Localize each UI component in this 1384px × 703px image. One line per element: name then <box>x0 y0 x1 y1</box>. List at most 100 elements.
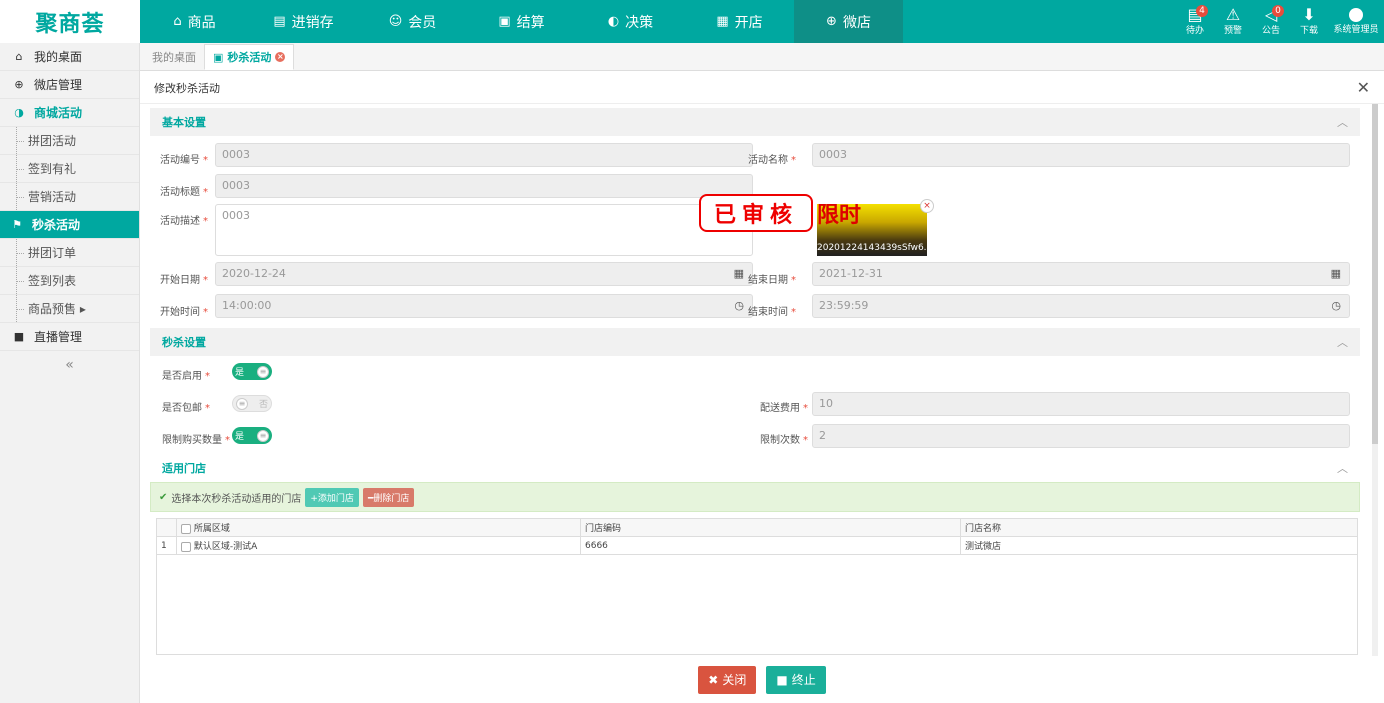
section-stores[interactable]: 适用门店 ︿ <box>150 454 1360 482</box>
image-remove-icon[interactable]: × <box>920 199 934 213</box>
start-time-field[interactable]: 14:00:00 ◷ <box>215 294 753 318</box>
clock-icon[interactable]: ◷ <box>734 299 744 312</box>
sidebar-group-mall-activity[interactable]: ◑ 商城活动 <box>0 99 139 127</box>
sidebar-item-seckill[interactable]: ⚑ 秒杀活动 <box>0 211 139 239</box>
toggle-text: 是 <box>235 432 245 442</box>
scrollbar-thumb[interactable] <box>1372 104 1378 444</box>
start-date-field[interactable]: 2020-12-24 ▦ <box>215 262 753 286</box>
home-icon: ⌂ <box>15 50 23 63</box>
tab-close-icon[interactable]: × <box>275 52 286 62</box>
table-row[interactable]: 1 默认区域-测试A 6666 测试微店 <box>156 536 1358 555</box>
sidebar-item-desktop[interactable]: ⌂ 我的桌面 <box>0 43 139 71</box>
calendar-icon[interactable]: ▦ <box>1331 267 1341 280</box>
nav-label: 结算 <box>516 14 545 31</box>
limit-times-field[interactable]: 2 <box>812 424 1350 448</box>
toggle-knob: ≡ <box>257 429 269 442</box>
collapse-sidebar-icon[interactable]: « <box>0 351 139 373</box>
end-date-label: 结束日期 * <box>748 275 796 286</box>
nav-label: 微店 <box>842 14 871 31</box>
form-row: 限制购买数量 * 是 ≡ 限制次数 * 2 <box>150 420 1360 452</box>
calendar-icon[interactable]: ▦ <box>734 267 744 280</box>
nav-item-open-store[interactable]: ▦ 开店 <box>685 0 794 43</box>
sidebar-item-checkin-gift[interactable]: 签到有礼 <box>0 155 139 183</box>
row-code: 6666 <box>580 536 961 555</box>
todo-button[interactable]: ▤ 待办 4 <box>1176 0 1214 43</box>
label-text: 是否包邮 <box>162 403 202 414</box>
enabled-label: 是否启用 * <box>162 371 210 382</box>
headline-field[interactable]: 0003 <box>215 174 753 198</box>
close-button[interactable]: ✖ 关闭 <box>698 665 757 694</box>
label-text: 是否启用 <box>162 371 202 382</box>
stop-button[interactable]: ■ 终止 <box>766 665 826 694</box>
label-text: 结束时间 <box>748 307 788 318</box>
section-title: 适用门店 <box>162 462 206 475</box>
end-time-field[interactable]: 23:59:59 ◷ <box>812 294 1350 318</box>
close-icon[interactable]: ✕ <box>1357 78 1370 97</box>
sidebar-item-group-buy[interactable]: 拼团活动 <box>0 127 139 155</box>
store-icon: ▦ <box>716 14 729 29</box>
freeship-toggle[interactable]: ≡ 否 <box>232 395 272 412</box>
activity-image[interactable]: 限时 20201224143439sSfw6.pr <box>817 204 927 256</box>
code-field[interactable]: 0003 <box>215 143 753 167</box>
section-seckill[interactable]: 秒杀设置 ︿ <box>150 328 1360 356</box>
select-all-checkbox[interactable] <box>181 523 191 534</box>
tab-seckill[interactable]: ▣ 秒杀活动 × <box>204 44 295 70</box>
avatar <box>1349 7 1363 22</box>
sidebar: ⌂ 我的桌面 ⊕ 微店管理 ◑ 商城活动 拼团活动 签到有礼 营销活动 ⚑ 秒杀活动 拼… <box>0 43 140 703</box>
end-date-field[interactable]: 2021-12-31 ▦ <box>812 262 1350 286</box>
name-field[interactable]: 0003 <box>812 143 1350 167</box>
scrollbar[interactable] <box>1372 104 1378 656</box>
sidebar-item-presale[interactable]: 商品预售 ▸ <box>0 295 139 323</box>
button-label: 终止 <box>791 673 816 687</box>
limit-toggle[interactable]: 是 ≡ <box>232 427 272 444</box>
clock-icon[interactable]: ◷ <box>1331 299 1341 312</box>
app-logo[interactable]: 聚商荟 <box>0 0 140 43</box>
button-label: 关闭 <box>722 673 747 687</box>
sidebar-item-microstore[interactable]: ⊕ 微店管理 <box>0 71 139 99</box>
section-title: 基本设置 <box>162 116 206 129</box>
sidebar-item-label: 直播管理 <box>34 330 83 344</box>
video-icon: ■ <box>13 330 25 343</box>
top-bar: 聚商荟 ⌂ 商品 ▤ 进销存 ☺ 会员 ▣ 结算 ◐ 决策 ▦ 开店 ⊕ 微店 ▤ 待办 4 … <box>0 0 1384 43</box>
sidebar-item-group-orders[interactable]: 拼团订单 <box>0 239 139 267</box>
nav-item-inventory[interactable]: ▤ 进销存 <box>249 0 358 43</box>
label-text: 开始日期 <box>160 275 200 286</box>
enabled-toggle[interactable]: 是 ≡ <box>232 363 272 380</box>
chevron-up-icon[interactable]: ︿ <box>1337 334 1348 350</box>
shipping-fee-field[interactable]: 10 <box>812 392 1350 416</box>
sidebar-item-label: 微店管理 <box>34 78 83 92</box>
notice-button[interactable]: ◁ 公告 0 <box>1252 0 1290 43</box>
nav-item-decision[interactable]: ◐ 决策 <box>576 0 685 43</box>
footer-actions: ✖ 关闭 ■ 终止 <box>140 656 1384 703</box>
desc-label: 活动描述 * <box>160 216 208 227</box>
sidebar-item-marketing[interactable]: 营销活动 <box>0 183 139 211</box>
code-label: 活动编号 * <box>160 155 208 166</box>
globe-icon: ⊕ <box>14 78 24 91</box>
tab-desktop[interactable]: 我的桌面 <box>144 44 204 70</box>
section-basic[interactable]: 基本设置 ︿ <box>150 108 1360 136</box>
start-date-label: 开始日期 * <box>160 275 208 286</box>
form-content: 基本设置 ︿ 活动编号 * 0003 活动名称 * 0003 活动标题 * 0003 … <box>150 108 1360 656</box>
inventory-icon: ▤ <box>273 14 286 29</box>
chevron-up-icon[interactable]: ︿ <box>1337 460 1348 476</box>
sidebar-item-checkin-list[interactable]: 签到列表 <box>0 267 139 295</box>
form-row: 开始时间 * 14:00:00 ◷ 结束时间 * 23:59:59 ◷ <box>150 292 1360 324</box>
sidebar-item-live[interactable]: ■ 直播管理 <box>0 323 139 351</box>
delete-store-button[interactable]: ━删除门店 <box>362 487 415 507</box>
user-menu[interactable]: 系统管理员 <box>1328 0 1384 43</box>
chevron-up-icon[interactable]: ︿ <box>1337 114 1348 130</box>
warning-button[interactable]: ⚠ 预警 <box>1214 0 1252 43</box>
nav-item-microstore[interactable]: ⊕ 微店 <box>794 0 903 43</box>
row-checkbox[interactable] <box>181 541 191 552</box>
desc-textarea[interactable]: 0003 <box>215 204 753 256</box>
nav-item-member[interactable]: ☺ 会员 <box>358 0 467 43</box>
top-icons: ▤ 待办 4 ⚠ 预警 ◁ 公告 0 ⬇ 下载 系统管理员 <box>1176 0 1384 43</box>
sidebar-item-label: 拼团订单 <box>28 246 77 260</box>
add-store-button[interactable]: +添加门店 <box>305 487 359 507</box>
nav-item-goods[interactable]: ⌂ 商品 <box>140 0 249 43</box>
nav-label: 商品 <box>187 14 216 31</box>
download-button[interactable]: ⬇ 下载 <box>1290 0 1328 43</box>
nav-item-settlement[interactable]: ▣ 结算 <box>467 0 576 43</box>
field-value: 23:59:59 <box>819 299 869 312</box>
cell-text: 默认区域-测试A <box>193 542 258 552</box>
